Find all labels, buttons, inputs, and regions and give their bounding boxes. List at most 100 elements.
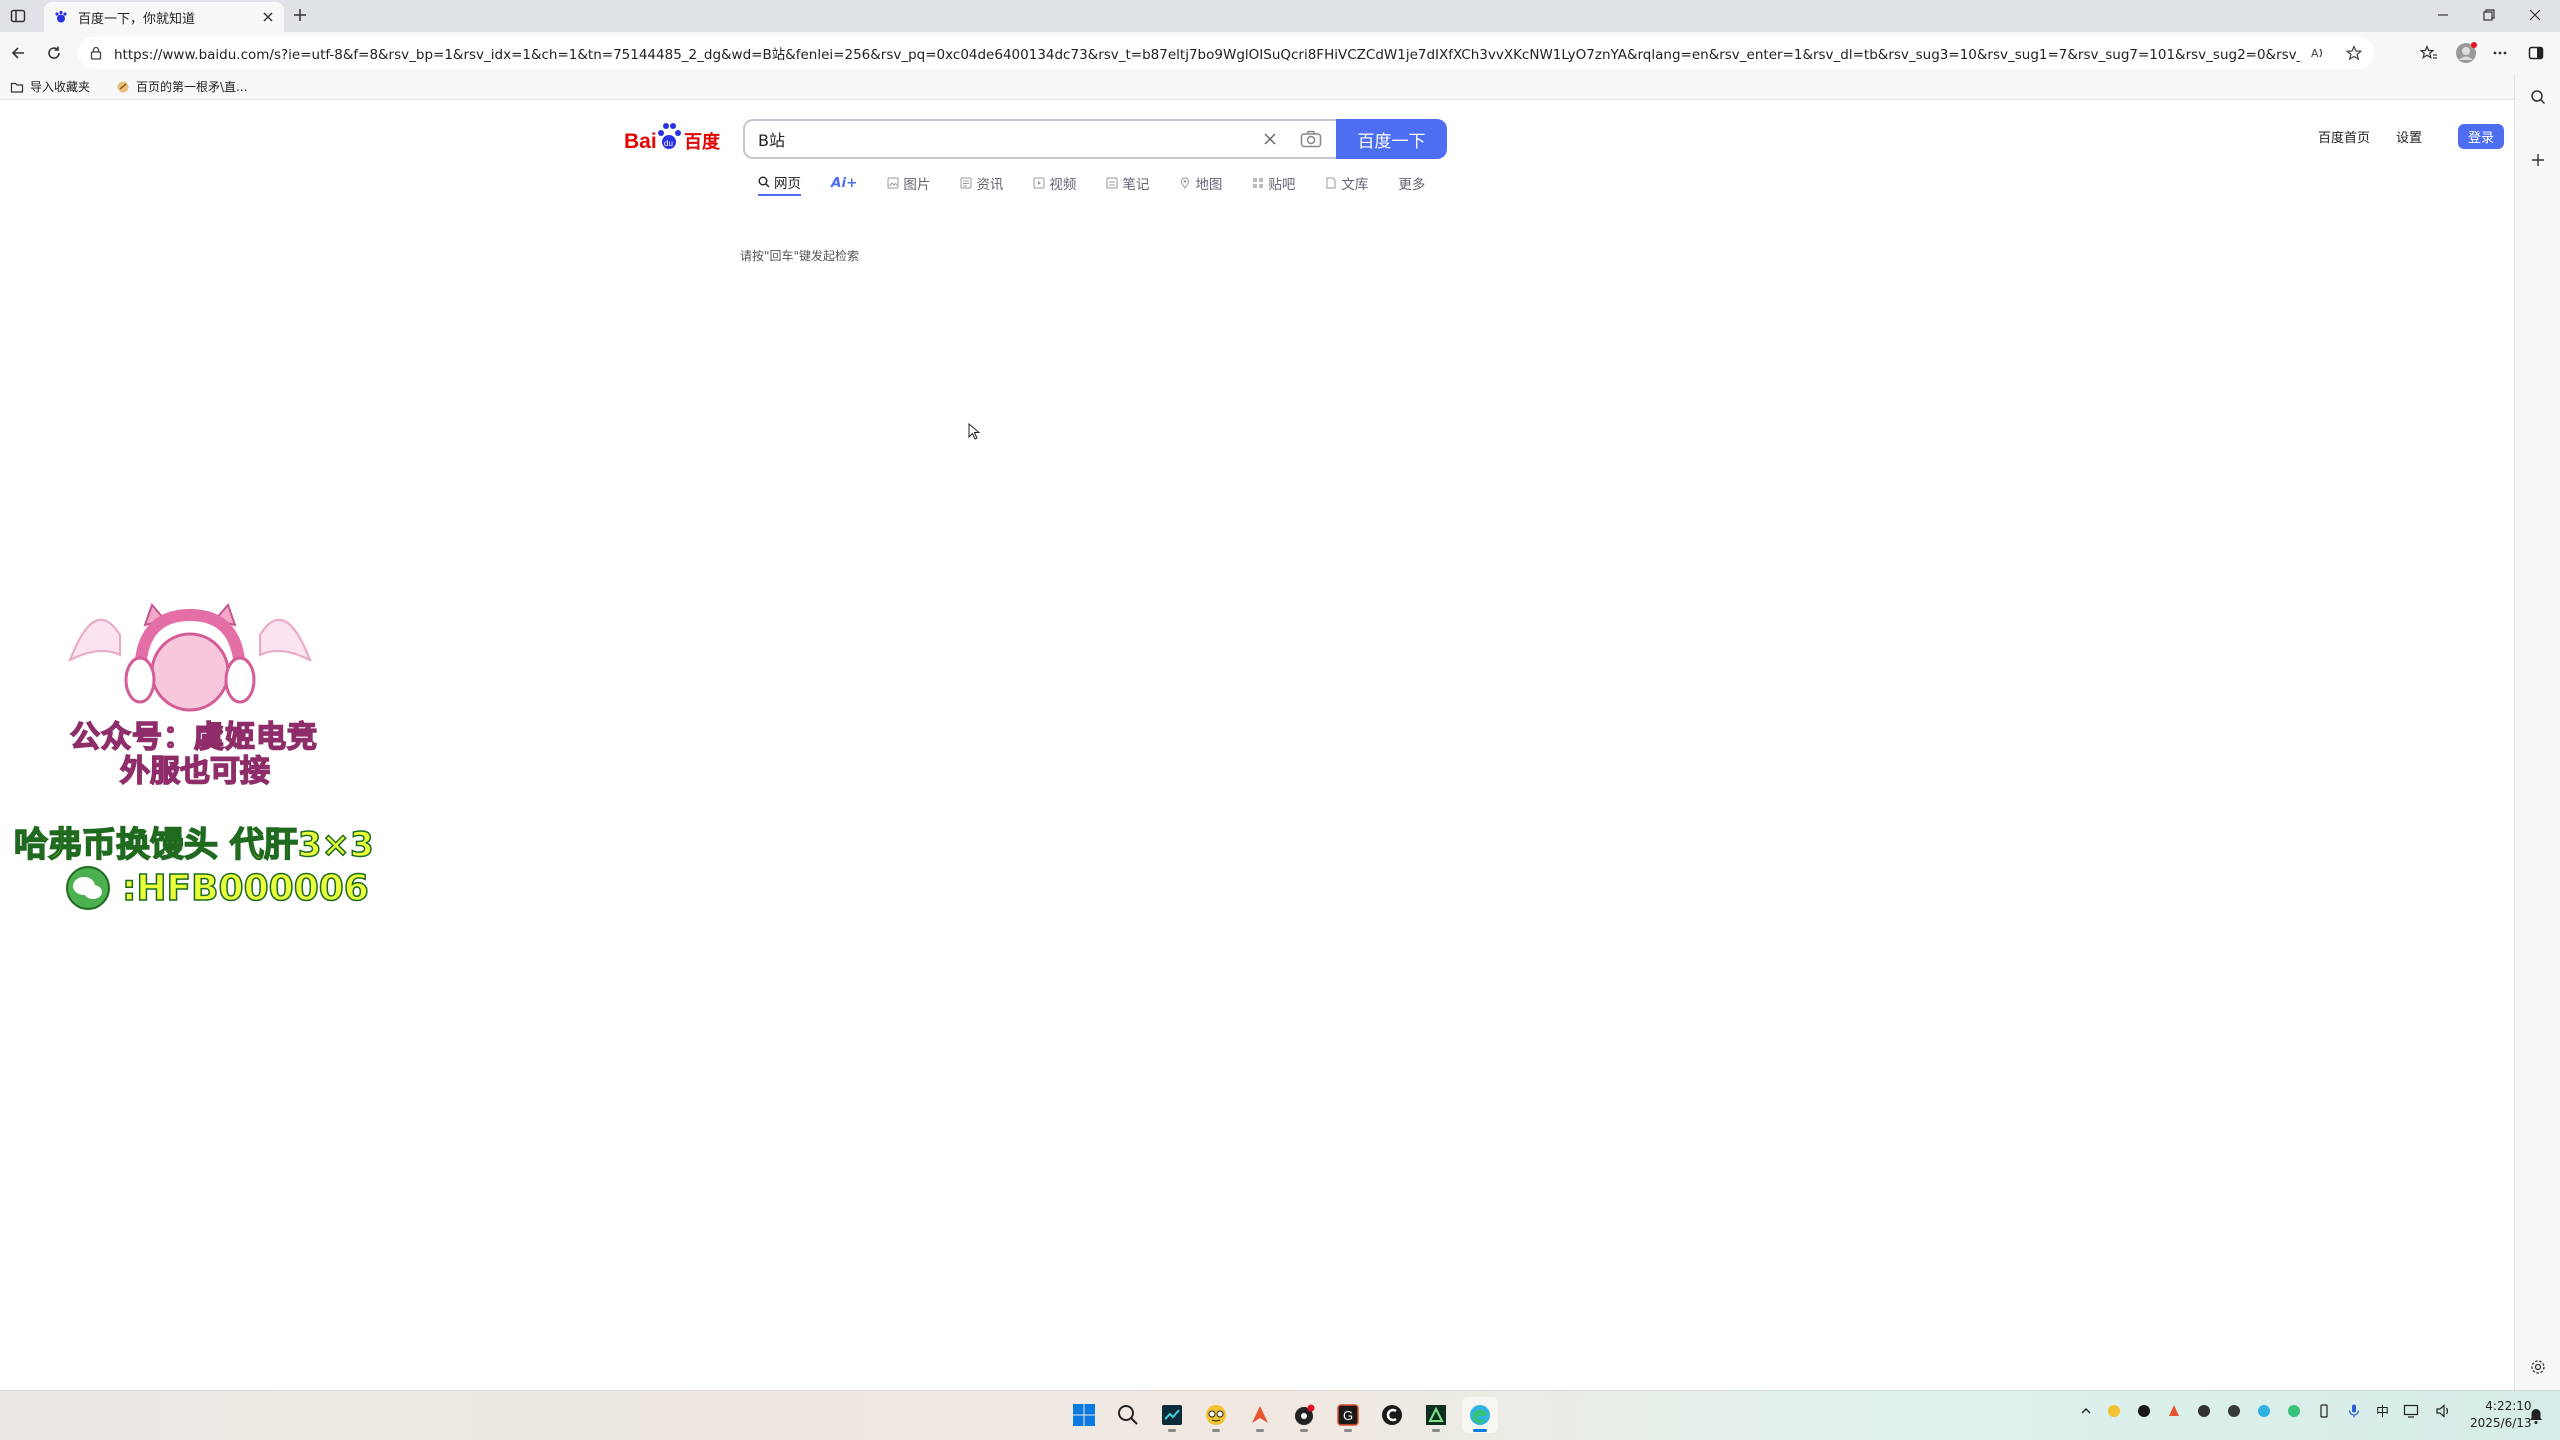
sidebar-toggle-icon[interactable] — [2528, 45, 2544, 61]
search-button[interactable]: 百度一下 — [1336, 119, 1447, 159]
network-icon[interactable] — [2403, 1403, 2421, 1419]
taskbar-app-a[interactable] — [1418, 1397, 1454, 1433]
active-indicator — [1473, 1429, 1487, 1432]
tray-app-icon[interactable] — [2286, 1403, 2302, 1419]
sidebar-settings-icon[interactable] — [2530, 1359, 2546, 1375]
taskbar-app-g[interactable]: G — [1330, 1397, 1366, 1433]
tab-notes-label: 笔记 — [1122, 177, 1150, 193]
sidebar-add-icon[interactable] — [2530, 152, 2546, 168]
taskbar-app-game[interactable] — [1198, 1397, 1234, 1433]
chevron-up-icon[interactable] — [2080, 1405, 2092, 1417]
tray-app-icon[interactable] — [2136, 1403, 2152, 1419]
running-indicator — [1344, 1429, 1352, 1432]
edge-icon — [1468, 1403, 1492, 1427]
address-bar-row: https://www.baidu.com/s?ie=utf-8&f=8&rsv… — [0, 32, 2560, 74]
news-icon — [960, 177, 972, 189]
tab-video-label: 视频 — [1049, 177, 1077, 193]
lock-icon[interactable] — [90, 46, 102, 60]
site-favicon-icon — [116, 80, 130, 94]
top-right-links: 百度首页 设置 登录 — [2318, 124, 2505, 149]
import-favorites-icon — [10, 80, 24, 94]
settings-link[interactable]: 设置 — [2396, 127, 2422, 146]
taskbar-app-edge[interactable] — [1462, 1397, 1498, 1433]
microphone-icon[interactable] — [2346, 1403, 2362, 1419]
favorite-link-label: 百页的第一根矛\直... — [136, 80, 248, 94]
taskbar-app-stocks[interactable] — [1154, 1397, 1190, 1433]
favorite-import[interactable]: 导入收藏夹 — [10, 78, 90, 95]
volume-icon[interactable] — [2435, 1403, 2453, 1419]
input-language[interactable]: 中 — [2376, 1401, 2389, 1420]
tab-baidu[interactable]: 百度一下，你就知道 — [44, 2, 284, 32]
wechat-icon — [62, 866, 114, 910]
back-icon[interactable] — [10, 45, 26, 61]
headphones-wings-icon — [68, 603, 312, 712]
svg-text:Bai: Bai — [624, 130, 657, 153]
a-app-icon — [1424, 1403, 1448, 1427]
clock-date: 2025/6/13 — [2470, 1416, 2532, 1430]
taskbar-app-arrow[interactable] — [1242, 1397, 1278, 1433]
clear-search-icon[interactable] — [1262, 131, 1278, 147]
favorites-bar: 导入收藏夹 百页的第一根矛\直... — [0, 74, 2560, 100]
chart-app-icon — [1160, 1403, 1184, 1427]
baidu-logo[interactable]: Bai du 百度 — [624, 118, 728, 156]
more-menu-icon[interactable] — [2492, 45, 2508, 61]
restore-icon[interactable] — [2482, 8, 2496, 22]
tab-tieba[interactable]: 贴吧 — [1252, 170, 1295, 196]
running-indicator — [1168, 1429, 1176, 1432]
clock-time: 4:22:10 — [2485, 1399, 2532, 1413]
taskbar-search[interactable] — [1110, 1397, 1146, 1433]
close-tab-icon[interactable] — [262, 11, 274, 23]
g-app-icon: G — [1336, 1403, 1360, 1427]
taskbar-app-c[interactable] — [1374, 1397, 1410, 1433]
video-icon — [1033, 177, 1045, 189]
login-button[interactable]: 登录 — [2458, 124, 2505, 149]
tab-wenku[interactable]: 文库 — [1325, 170, 1368, 196]
close-window-icon[interactable] — [2528, 8, 2542, 22]
url-field[interactable]: https://www.baidu.com/s?ie=utf-8&f=8&rsv… — [78, 37, 2374, 69]
sidebar-search-icon[interactable] — [2530, 89, 2546, 105]
new-tab-icon[interactable] — [292, 7, 308, 23]
running-indicator — [1256, 1429, 1264, 1432]
tray-app-icon[interactable] — [2166, 1403, 2182, 1419]
refresh-icon[interactable] — [46, 45, 62, 61]
tab-more[interactable]: 更多 — [1398, 170, 1425, 196]
tray-app-icon[interactable] — [2196, 1403, 2212, 1419]
camera-search-icon[interactable] — [1300, 130, 1322, 148]
usb-icon[interactable] — [2316, 1403, 2332, 1419]
notification-bell-icon[interactable] — [2528, 1407, 2544, 1425]
search-icon — [758, 176, 770, 188]
search-input[interactable]: B站 — [743, 119, 1336, 159]
tab-images[interactable]: 图片 — [887, 170, 930, 196]
tab-more-label: 更多 — [1398, 177, 1426, 193]
tab-notes[interactable]: 笔记 — [1106, 170, 1149, 196]
tab-video[interactable]: 视频 — [1033, 170, 1076, 196]
tab-actions-icon[interactable] — [10, 8, 26, 24]
clock[interactable]: 4:22:10 2025/6/13 — [2470, 1398, 2532, 1432]
tab-news-label: 资讯 — [976, 177, 1004, 193]
favorite-link[interactable]: 百页的第一根矛\直... — [116, 78, 248, 95]
tab-ai[interactable]: Ai+ — [831, 170, 857, 196]
minimize-icon[interactable] — [2436, 8, 2450, 22]
baidu-home-link[interactable]: 百度首页 — [2318, 127, 2370, 146]
taskbar: G 中 4:22:10 2025/6/13 — [0, 1390, 2560, 1440]
note-icon — [1106, 177, 1118, 189]
search-icon — [1116, 1403, 1140, 1427]
favorites-icon[interactable] — [2420, 45, 2438, 61]
taskbar-app-record[interactable] — [1286, 1397, 1322, 1433]
read-aloud-icon[interactable]: A — [2310, 45, 2326, 61]
tray-app-icon[interactable] — [2256, 1403, 2272, 1419]
svg-text:A: A — [2311, 47, 2319, 60]
tab-news[interactable]: 资讯 — [960, 170, 1003, 196]
browser-sidebar — [2514, 74, 2560, 1390]
profile-avatar-icon[interactable] — [2454, 41, 2478, 65]
tray-app-icon[interactable] — [2106, 1403, 2122, 1419]
tab-web[interactable]: 网页 — [758, 170, 801, 196]
tab-map[interactable]: 地图 — [1179, 170, 1222, 196]
start-button[interactable] — [1066, 1397, 1102, 1433]
promo-line-3: 哈弗币换馒头 代肝3×3 — [13, 824, 374, 866]
tray-app-icon[interactable] — [2226, 1403, 2242, 1419]
favorite-star-icon[interactable] — [2346, 45, 2362, 61]
tab-tieba-label: 贴吧 — [1268, 177, 1296, 193]
svg-text:百度: 百度 — [684, 131, 721, 153]
c-app-icon — [1380, 1403, 1404, 1427]
